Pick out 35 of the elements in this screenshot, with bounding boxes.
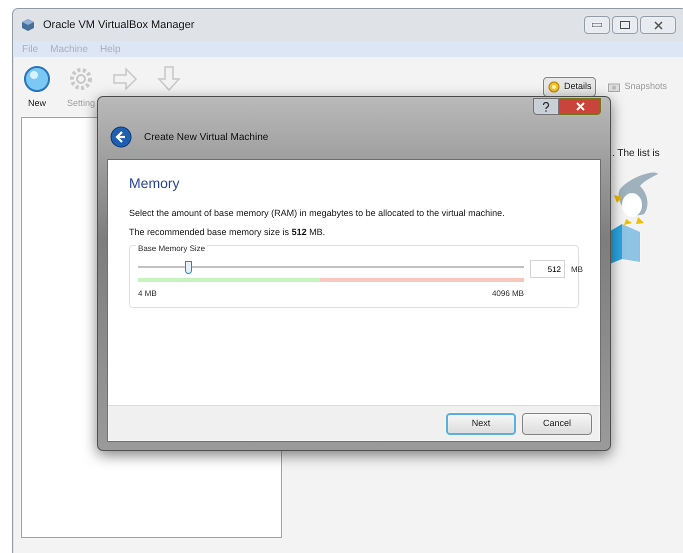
group-label: Base Memory Size bbox=[136, 243, 208, 255]
help-icon bbox=[542, 102, 550, 112]
cube-icon bbox=[21, 18, 35, 32]
view-tab[interactable]: Details bbox=[542, 77, 596, 97]
toolbar-button[interactable]: New bbox=[22, 65, 52, 110]
max-label: 4096 MB bbox=[492, 288, 524, 300]
recommendation-text: The recommended base memory size is 512 MB. bbox=[129, 226, 326, 239]
page-heading: Memory bbox=[129, 174, 181, 193]
sphere-icon bbox=[23, 65, 51, 93]
minimize-icon bbox=[592, 23, 602, 27]
help-button[interactable] bbox=[533, 98, 559, 115]
arrow-right-icon bbox=[111, 65, 139, 93]
gear-icon bbox=[67, 65, 95, 93]
dialog-button[interactable]: Next bbox=[446, 412, 516, 434]
slider-track[interactable] bbox=[138, 261, 524, 273]
close-button[interactable] bbox=[559, 98, 601, 115]
welcome-text: . The list is bbox=[612, 147, 660, 161]
arrow-down-icon bbox=[155, 65, 183, 93]
back-icon bbox=[110, 126, 132, 148]
minimize-button[interactable] bbox=[584, 16, 610, 34]
description-text: Select the amount of base memory (RAM) in megabytes to be allocated to the virtual machine. bbox=[129, 207, 506, 220]
memory-input[interactable]: 512 bbox=[530, 260, 565, 278]
camera-icon bbox=[608, 82, 620, 92]
dialog-title: Create New Virtual Machine bbox=[144, 130, 268, 144]
min-label: 4 MB bbox=[138, 288, 157, 300]
close-icon bbox=[654, 20, 662, 30]
close-icon bbox=[576, 102, 584, 111]
maximize-icon bbox=[620, 21, 630, 29]
gear-icon bbox=[548, 81, 560, 93]
slider-thumb[interactable] bbox=[185, 261, 192, 274]
close-button[interactable] bbox=[640, 16, 676, 34]
window-title: Oracle VM VirtualBox Manager bbox=[43, 18, 194, 33]
maximize-button[interactable] bbox=[612, 16, 638, 34]
dialog-button[interactable]: Cancel bbox=[522, 412, 592, 434]
unit-label: MB bbox=[571, 264, 583, 276]
